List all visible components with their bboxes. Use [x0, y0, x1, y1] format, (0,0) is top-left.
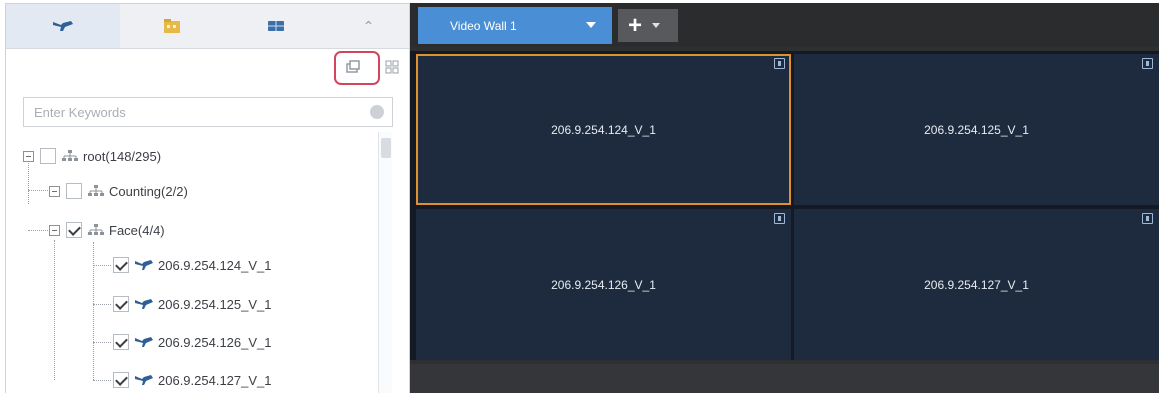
clear-search-icon[interactable] — [370, 105, 384, 119]
camera-icon — [53, 21, 73, 31]
collapse-button[interactable]: ⌃ — [328, 4, 409, 48]
add-video-wall-button[interactable]: + — [618, 9, 678, 42]
search-input[interactable] — [24, 98, 364, 126]
device-checkbox[interactable] — [113, 296, 129, 312]
device-checkbox[interactable] — [113, 334, 129, 350]
video-wall-bottom-bar — [410, 364, 1159, 393]
tree-node-device[interactable]: 206.9.254.125_V_1 — [113, 292, 272, 316]
video-wall-cell[interactable]: 206.9.254.125_V_1 — [794, 54, 1159, 205]
tree-node-label: 206.9.254.125_V_1 — [158, 296, 272, 312]
tree-node-label: 206.9.254.124_V_1 — [158, 257, 272, 273]
organization-icon — [62, 150, 78, 161]
tree-node-label: Counting(2/2) — [109, 183, 188, 199]
video-wall-tab[interactable]: Video Wall 1 — [418, 7, 612, 44]
video-wall-toolbar: Video Wall 1 + — [410, 3, 1159, 47]
screen-icon[interactable] — [774, 213, 785, 224]
chevron-up-icon: ⌃ — [362, 17, 375, 34]
video-wall-cell[interactable]: 206.9.254.126_V_1 — [416, 209, 791, 360]
tree-node-device[interactable]: 206.9.254.127_V_1 — [113, 368, 272, 392]
device-tree-panel: ⌃ Enter Keywords root(148/295) Counting(… — [5, 3, 410, 393]
tree-node-face[interactable]: Face(4/4) — [49, 218, 165, 242]
highlight-annotation — [334, 51, 380, 85]
cell-label: 206.9.254.125_V_1 — [924, 122, 1029, 137]
device-checkbox[interactable] — [113, 257, 129, 273]
counting-checkbox[interactable] — [66, 183, 82, 199]
cell-label: 206.9.254.124_V_1 — [551, 122, 656, 137]
tab-devices[interactable] — [6, 4, 120, 48]
grid-view-icon[interactable] — [384, 59, 400, 75]
cell-label: 206.9.254.126_V_1 — [551, 277, 656, 292]
tree-node-label: 206.9.254.127_V_1 — [158, 372, 272, 388]
video-wall-cell[interactable]: 206.9.254.127_V_1 — [794, 209, 1159, 360]
camera-icon — [135, 260, 153, 270]
screen-icon[interactable] — [1142, 213, 1153, 224]
tree-node-label: Face(4/4) — [109, 222, 165, 238]
device-tree: root(148/295) Counting(2/2) Face(4/4) 20… — [23, 132, 378, 393]
app-window: ⌃ Enter Keywords root(148/295) Counting(… — [0, 0, 1159, 393]
screen-icon[interactable] — [1142, 58, 1153, 69]
screen-icon[interactable] — [774, 58, 785, 69]
tree-node-device[interactable]: 206.9.254.124_V_1 — [113, 253, 272, 277]
video-wall-icon — [268, 21, 284, 31]
tree-scrollbar[interactable] — [378, 132, 392, 393]
search-box — [23, 97, 393, 127]
root-checkbox[interactable] — [40, 148, 56, 164]
camera-icon — [135, 299, 153, 309]
scroll-thumb[interactable] — [381, 138, 391, 158]
collapse-node-icon[interactable] — [49, 185, 60, 197]
device-checkbox[interactable] — [113, 372, 129, 388]
collapse-node-icon[interactable] — [23, 150, 34, 162]
video-wall-panel: Video Wall 1 + 206.9.254.124_V_1 206.9.2… — [410, 3, 1159, 393]
tab-video-wall[interactable] — [224, 4, 328, 48]
tree-node-counting[interactable]: Counting(2/2) — [49, 179, 188, 203]
video-wall-grid: 206.9.254.124_V_1 206.9.254.125_V_1 206.… — [410, 51, 1159, 360]
dropdown-caret-icon[interactable] — [652, 23, 661, 28]
cell-label: 206.9.254.127_V_1 — [924, 277, 1029, 292]
camera-icon — [135, 375, 153, 385]
collapse-node-icon[interactable] — [49, 224, 60, 236]
plus-icon: + — [628, 11, 643, 39]
camera-icon — [135, 337, 153, 347]
video-wall-cell[interactable]: 206.9.254.124_V_1 — [416, 54, 791, 205]
face-checkbox[interactable] — [66, 222, 82, 238]
tree-node-root[interactable]: root(148/295) — [23, 144, 161, 168]
tree-node-label: 206.9.254.126_V_1 — [158, 334, 272, 350]
tree-node-label: root(148/295) — [83, 148, 162, 164]
dropdown-caret-icon[interactable] — [586, 22, 596, 28]
tab-folders[interactable] — [120, 4, 224, 48]
video-wall-tab-label: Video Wall 1 — [450, 18, 517, 33]
organization-icon — [88, 224, 104, 235]
tree-node-device[interactable]: 206.9.254.126_V_1 — [113, 330, 272, 354]
folder-icon — [164, 19, 180, 33]
organization-icon — [88, 185, 104, 196]
panel-tabs: ⌃ — [6, 4, 409, 49]
